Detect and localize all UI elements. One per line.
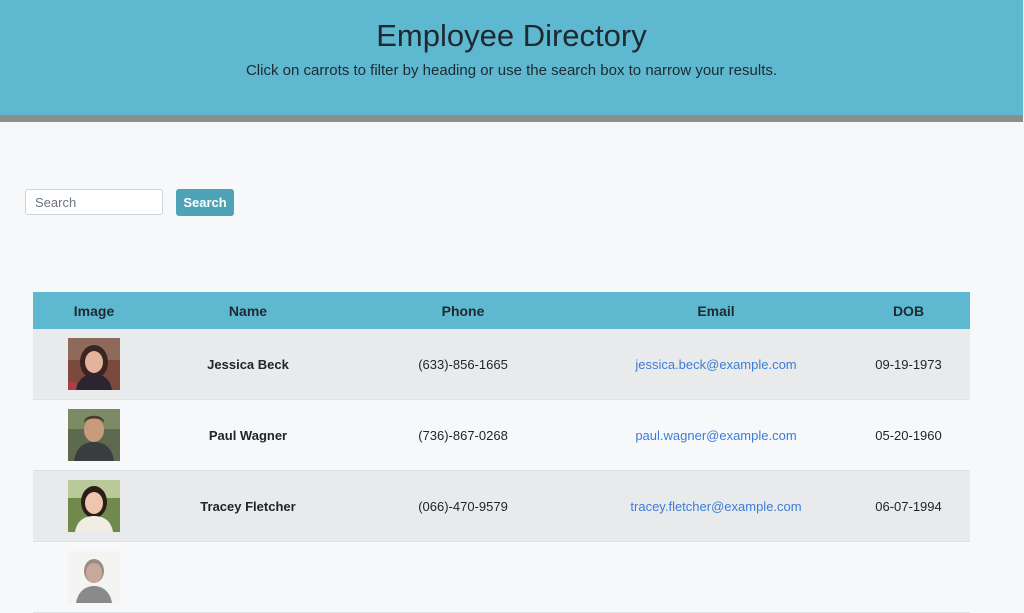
employee-avatar <box>68 409 120 461</box>
column-header-dob[interactable]: DOB <box>847 292 970 329</box>
column-header-email[interactable]: Email <box>585 292 847 329</box>
table-row: Paul Wagner (736)-867-0268 paul.wagner@e… <box>33 399 970 471</box>
email-cell <box>585 541 847 613</box>
phone-cell: (066)-470-9579 <box>341 470 585 542</box>
email-link[interactable]: paul.wagner@example.com <box>635 428 796 443</box>
column-header-name[interactable]: Name <box>155 292 341 329</box>
phone-cell <box>341 541 585 613</box>
image-cell <box>33 541 155 613</box>
employee-avatar <box>68 551 120 603</box>
email-cell: tracey.fletcher@example.com <box>585 470 847 542</box>
name-cell: Paul Wagner <box>155 399 341 471</box>
table-row: Jessica Beck (633)-856-1665 jessica.beck… <box>33 329 970 400</box>
page-title: Employee Directory <box>376 18 647 53</box>
dob-cell: 06-07-1994 <box>847 470 970 542</box>
page-subtitle: Click on carrots to filter by heading or… <box>245 62 778 79</box>
email-cell: jessica.beck@example.com <box>585 329 847 400</box>
image-cell <box>33 470 155 542</box>
employee-avatar <box>68 338 120 390</box>
email-link[interactable]: tracey.fletcher@example.com <box>630 499 801 514</box>
employee-avatar <box>68 480 120 532</box>
email-link[interactable]: jessica.beck@example.com <box>635 357 796 372</box>
email-cell: paul.wagner@example.com <box>585 399 847 471</box>
column-header-image[interactable]: Image <box>33 292 155 329</box>
table-row <box>33 541 970 613</box>
search-input[interactable] <box>25 189 163 215</box>
employee-table: Image Name Phone Email DOB Jessica Beck … <box>33 292 970 613</box>
name-cell <box>155 541 341 613</box>
image-cell <box>33 329 155 400</box>
phone-cell: (736)-867-0268 <box>341 399 585 471</box>
table-row: Tracey Fletcher (066)-470-9579 tracey.fl… <box>33 470 970 542</box>
dob-cell: 09-19-1973 <box>847 329 970 400</box>
page-header: Employee Directory Click on carrots to f… <box>0 0 1023 122</box>
name-cell: Jessica Beck <box>155 329 341 400</box>
name-cell: Tracey Fletcher <box>155 470 341 542</box>
dob-cell: 05-20-1960 <box>847 399 970 471</box>
table-header-row: Image Name Phone Email DOB <box>33 292 970 329</box>
search-button[interactable]: Search <box>176 189 234 216</box>
phone-cell: (633)-856-1665 <box>341 329 585 400</box>
image-cell <box>33 399 155 471</box>
dob-cell <box>847 541 970 613</box>
column-header-phone[interactable]: Phone <box>341 292 585 329</box>
